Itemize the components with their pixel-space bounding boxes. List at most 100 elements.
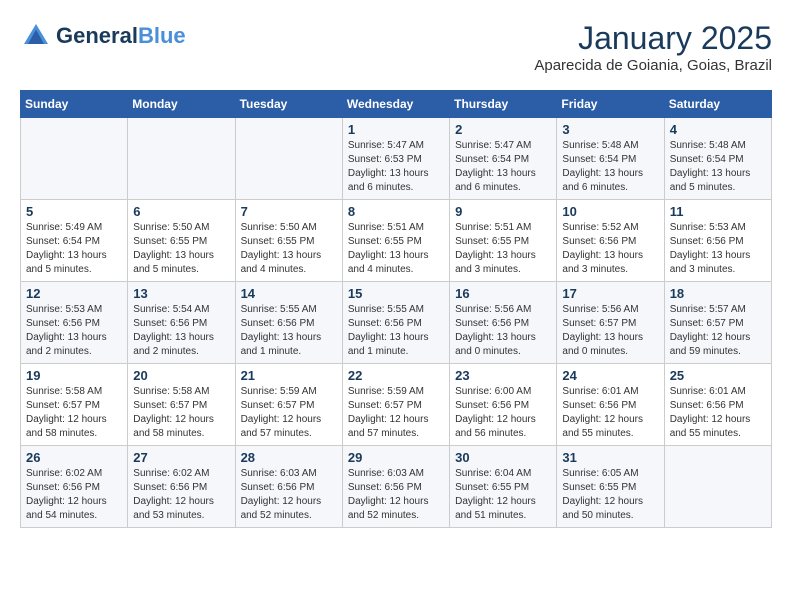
day-info: Sunrise: 5:56 AM Sunset: 6:56 PM Dayligh… <box>455 303 551 359</box>
day-info: Sunrise: 5:50 AM Sunset: 6:55 PM Dayligh… <box>133 221 229 277</box>
day-number: 23 <box>455 368 551 383</box>
calendar-cell: 31 Sunrise: 6:05 AM Sunset: 6:55 PM Dayli… <box>557 446 664 528</box>
calendar-cell: 29 Sunrise: 6:03 AM Sunset: 6:56 PM Dayli… <box>342 446 449 528</box>
day-number: 5 <box>26 204 122 219</box>
calendar-cell: 7 Sunrise: 5:50 AM Sunset: 6:55 PM Daylig… <box>235 200 342 282</box>
calendar-cell: 9Sunrise: 5:51 AM Sunset: 6:55 PM Daylig… <box>450 200 557 282</box>
calendar-cell: 19 Sunrise: 5:58 AM Sunset: 6:57 PM Dayli… <box>21 364 128 446</box>
calendar-week-4: 19 Sunrise: 5:58 AM Sunset: 6:57 PM Dayli… <box>21 364 772 446</box>
day-info: Sunrise: 5:59 AM Sunset: 6:57 PM Dayligh… <box>348 385 444 441</box>
calendar-week-1: 1 Sunrise: 5:47 AM Sunset: 6:53 PM Daylig… <box>21 118 772 200</box>
weekday-header-tuesday: Tuesday <box>235 91 342 118</box>
day-info: Sunrise: 5:57 AM Sunset: 6:57 PM Dayligh… <box>670 303 766 359</box>
day-number: 13 <box>133 286 229 301</box>
day-info: Sunrise: 6:02 AM Sunset: 6:56 PM Dayligh… <box>26 467 122 523</box>
day-info: Sunrise: 5:55 AM Sunset: 6:56 PM Dayligh… <box>241 303 337 359</box>
calendar-cell: 30 Sunrise: 6:04 AM Sunset: 6:55 PM Dayli… <box>450 446 557 528</box>
day-number: 1 <box>348 122 444 137</box>
day-number: 30 <box>455 450 551 465</box>
day-number: 18 <box>670 286 766 301</box>
calendar-cell <box>664 446 771 528</box>
day-number: 21 <box>241 368 337 383</box>
title-block: January 2025 Aparecida de Goiania, Goias… <box>534 20 772 74</box>
calendar-cell: 4Sunrise: 5:48 AM Sunset: 6:54 PM Daylig… <box>664 118 771 200</box>
calendar-cell: 13 Sunrise: 5:54 AM Sunset: 6:56 PM Dayli… <box>128 282 235 364</box>
day-number: 28 <box>241 450 337 465</box>
calendar-cell: 3Sunrise: 5:48 AM Sunset: 6:54 PM Daylig… <box>557 118 664 200</box>
calendar-cell: 16 Sunrise: 5:56 AM Sunset: 6:56 PM Dayli… <box>450 282 557 364</box>
day-number: 22 <box>348 368 444 383</box>
day-info: Sunrise: 6:04 AM Sunset: 6:55 PM Dayligh… <box>455 467 551 523</box>
calendar-week-3: 12Sunrise: 5:53 AM Sunset: 6:56 PM Dayli… <box>21 282 772 364</box>
calendar-cell: 10Sunrise: 5:52 AM Sunset: 6:56 PM Dayli… <box>557 200 664 282</box>
logo: GeneralBlue <box>20 20 186 52</box>
calendar-cell: 26 Sunrise: 6:02 AM Sunset: 6:56 PM Dayli… <box>21 446 128 528</box>
day-number: 7 <box>241 204 337 219</box>
day-info: Sunrise: 5:50 AM Sunset: 6:55 PM Dayligh… <box>241 221 337 277</box>
day-number: 14 <box>241 286 337 301</box>
day-info: Sunrise: 6:05 AM Sunset: 6:55 PM Dayligh… <box>562 467 658 523</box>
day-info: Sunrise: 5:47 AM Sunset: 6:54 PM Dayligh… <box>455 139 551 195</box>
logo-text: GeneralBlue <box>56 24 186 48</box>
day-number: 29 <box>348 450 444 465</box>
weekday-header-friday: Friday <box>557 91 664 118</box>
day-info: Sunrise: 6:01 AM Sunset: 6:56 PM Dayligh… <box>562 385 658 441</box>
calendar-week-5: 26 Sunrise: 6:02 AM Sunset: 6:56 PM Dayli… <box>21 446 772 528</box>
day-info: Sunrise: 5:52 AM Sunset: 6:56 PM Dayligh… <box>562 221 658 277</box>
weekday-header-thursday: Thursday <box>450 91 557 118</box>
day-info: Sunrise: 6:00 AM Sunset: 6:56 PM Dayligh… <box>455 385 551 441</box>
day-info: Sunrise: 5:56 AM Sunset: 6:57 PM Dayligh… <box>562 303 658 359</box>
day-number: 4 <box>670 122 766 137</box>
day-number: 11 <box>670 204 766 219</box>
calendar-week-2: 5Sunrise: 5:49 AM Sunset: 6:54 PM Daylig… <box>21 200 772 282</box>
calendar-cell: 8 Sunrise: 5:51 AM Sunset: 6:55 PM Daylig… <box>342 200 449 282</box>
day-number: 27 <box>133 450 229 465</box>
day-number: 9 <box>455 204 551 219</box>
day-info: Sunrise: 5:58 AM Sunset: 6:57 PM Dayligh… <box>26 385 122 441</box>
day-number: 16 <box>455 286 551 301</box>
calendar-cell: 22 Sunrise: 5:59 AM Sunset: 6:57 PM Dayli… <box>342 364 449 446</box>
calendar-cell: 14 Sunrise: 5:55 AM Sunset: 6:56 PM Dayli… <box>235 282 342 364</box>
day-number: 8 <box>348 204 444 219</box>
calendar-cell: 12Sunrise: 5:53 AM Sunset: 6:56 PM Dayli… <box>21 282 128 364</box>
calendar-table: SundayMondayTuesdayWednesdayThursdayFrid… <box>20 90 772 528</box>
calendar-cell: 24 Sunrise: 6:01 AM Sunset: 6:56 PM Dayli… <box>557 364 664 446</box>
calendar-cell: 28 Sunrise: 6:03 AM Sunset: 6:56 PM Dayli… <box>235 446 342 528</box>
calendar-cell <box>21 118 128 200</box>
calendar-cell: 18 Sunrise: 5:57 AM Sunset: 6:57 PM Dayli… <box>664 282 771 364</box>
day-info: Sunrise: 5:51 AM Sunset: 6:55 PM Dayligh… <box>348 221 444 277</box>
day-info: Sunrise: 5:55 AM Sunset: 6:56 PM Dayligh… <box>348 303 444 359</box>
day-number: 3 <box>562 122 658 137</box>
day-number: 20 <box>133 368 229 383</box>
calendar-cell: 17Sunrise: 5:56 AM Sunset: 6:57 PM Dayli… <box>557 282 664 364</box>
day-number: 2 <box>455 122 551 137</box>
day-info: Sunrise: 5:47 AM Sunset: 6:53 PM Dayligh… <box>348 139 444 195</box>
weekday-header-monday: Monday <box>128 91 235 118</box>
day-info: Sunrise: 5:59 AM Sunset: 6:57 PM Dayligh… <box>241 385 337 441</box>
calendar-cell: 21 Sunrise: 5:59 AM Sunset: 6:57 PM Dayli… <box>235 364 342 446</box>
day-info: Sunrise: 5:53 AM Sunset: 6:56 PM Dayligh… <box>26 303 122 359</box>
day-info: Sunrise: 6:03 AM Sunset: 6:56 PM Dayligh… <box>241 467 337 523</box>
calendar-cell: 23 Sunrise: 6:00 AM Sunset: 6:56 PM Dayli… <box>450 364 557 446</box>
calendar-cell: 20 Sunrise: 5:58 AM Sunset: 6:57 PM Dayli… <box>128 364 235 446</box>
day-info: Sunrise: 5:54 AM Sunset: 6:56 PM Dayligh… <box>133 303 229 359</box>
calendar-cell: 15 Sunrise: 5:55 AM Sunset: 6:56 PM Dayli… <box>342 282 449 364</box>
day-number: 31 <box>562 450 658 465</box>
calendar-cell: 2 Sunrise: 5:47 AM Sunset: 6:54 PM Daylig… <box>450 118 557 200</box>
day-number: 19 <box>26 368 122 383</box>
day-info: Sunrise: 5:58 AM Sunset: 6:57 PM Dayligh… <box>133 385 229 441</box>
weekday-header-saturday: Saturday <box>664 91 771 118</box>
location-subtitle: Aparecida de Goiania, Goias, Brazil <box>534 57 772 74</box>
day-number: 24 <box>562 368 658 383</box>
day-info: Sunrise: 6:03 AM Sunset: 6:56 PM Dayligh… <box>348 467 444 523</box>
day-info: Sunrise: 6:01 AM Sunset: 6:56 PM Dayligh… <box>670 385 766 441</box>
calendar-cell <box>128 118 235 200</box>
day-number: 26 <box>26 450 122 465</box>
logo-icon <box>20 20 52 52</box>
weekday-header-sunday: Sunday <box>21 91 128 118</box>
calendar-cell: 27Sunrise: 6:02 AM Sunset: 6:56 PM Dayli… <box>128 446 235 528</box>
page-header: GeneralBlue January 2025 Aparecida de Go… <box>20 20 772 74</box>
day-number: 15 <box>348 286 444 301</box>
month-title: January 2025 <box>534 20 772 57</box>
calendar-cell: 25Sunrise: 6:01 AM Sunset: 6:56 PM Dayli… <box>664 364 771 446</box>
